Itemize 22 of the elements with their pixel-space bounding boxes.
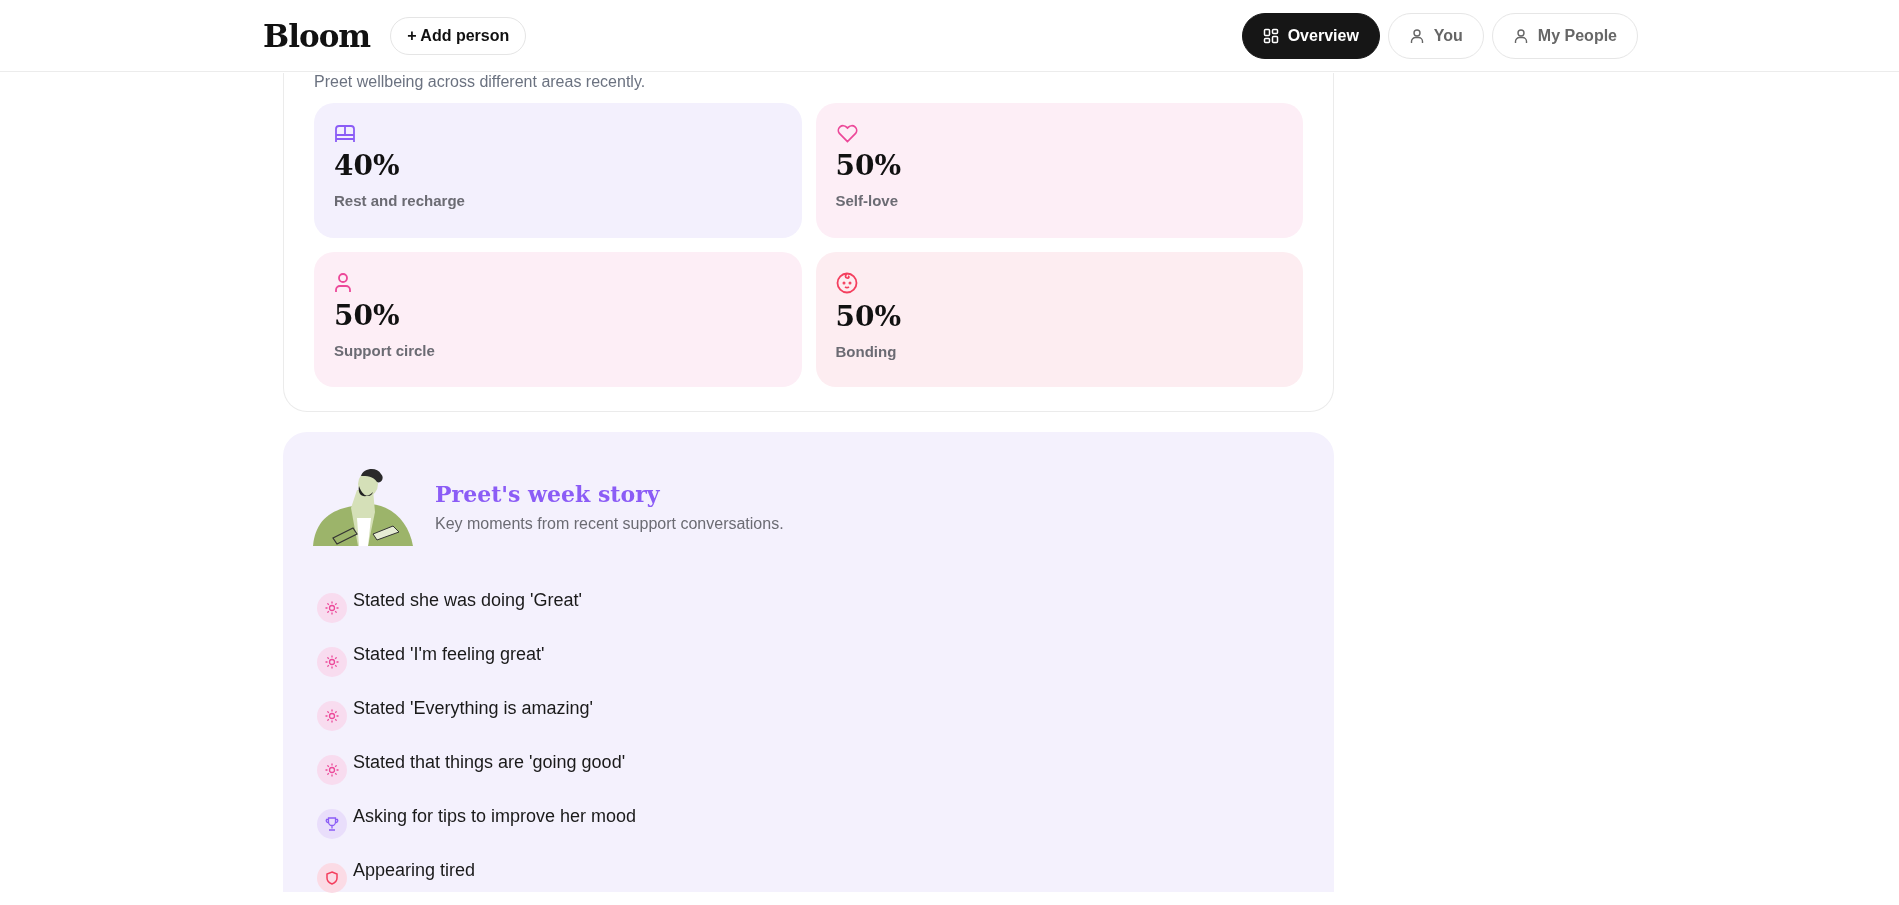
panel-subtitle: Preet wellbeing across different areas recently. xyxy=(314,73,647,92)
moment-text: Stated 'I'm feeling great' xyxy=(353,644,545,665)
moment-text: Stated that things are 'going good' xyxy=(353,752,626,773)
add-person-button[interactable]: + Add person xyxy=(390,16,527,55)
nav-tab[interactable]: You xyxy=(1387,12,1484,59)
nav-tab[interactable]: Overview xyxy=(1241,12,1380,59)
area-label: Bonding xyxy=(835,343,897,360)
moment-text: Stated she was doing 'Great' xyxy=(353,590,582,611)
percent-value: 40% xyxy=(334,149,400,182)
moment-text: Asking for tips to improve her mood xyxy=(353,806,637,827)
moment-text: Stated 'Everything is amazing' xyxy=(353,698,593,719)
area-label: Self-love xyxy=(835,192,899,209)
story-title: Preet's week story xyxy=(435,481,661,507)
percent-value: 50% xyxy=(835,300,902,333)
percent-value: 50% xyxy=(835,149,902,182)
area-label: Support circle xyxy=(334,342,435,359)
logo[interactable]: Bloom xyxy=(263,17,371,54)
story-subtitle: Key moments from recent support conversations. xyxy=(435,515,784,533)
percent-value: 50% xyxy=(334,299,400,332)
area-label: Rest and recharge xyxy=(334,192,465,209)
moment-text: Appearing tired xyxy=(353,860,476,881)
nav-tab[interactable]: My People xyxy=(1491,12,1638,59)
